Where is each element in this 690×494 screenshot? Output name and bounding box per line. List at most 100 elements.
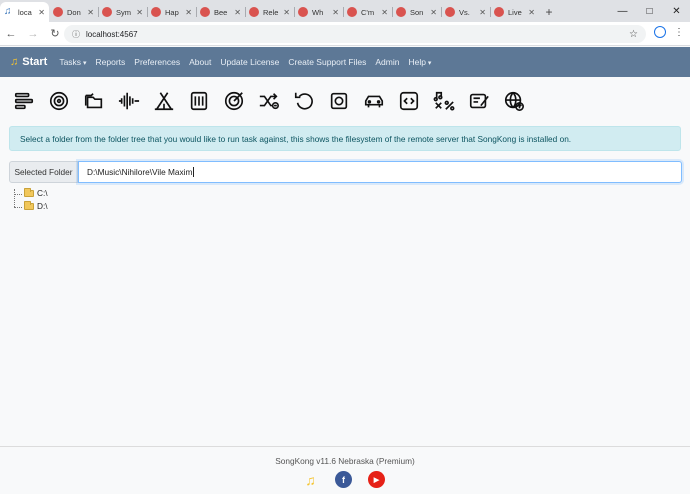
folder-icon [24,200,34,210]
nav-reports[interactable]: Reports [96,57,126,67]
tab-label: Hap [165,7,179,17]
site-info-icon[interactable]: ⓘ [72,29,80,40]
browser-tab[interactable]: Don ✕ [49,2,98,22]
selected-folder-group: Selected Folder D:\Music\Nihilore\Vile M… [9,161,682,183]
tree-connector [14,194,22,195]
car-icon[interactable] [362,89,386,113]
site-favicon-icon [396,7,406,17]
close-tab-icon[interactable]: ✕ [38,8,45,17]
fix-songs-icon[interactable] [12,89,36,113]
site-favicon-icon [249,7,259,17]
address-bar-row: ← → ↻ ⓘ localhost:4567 ☆ ⋮ [0,22,690,46]
close-tab-icon[interactable]: ✕ [87,8,94,17]
square-box-icon[interactable] [327,89,351,113]
nav-admin[interactable]: Admin [375,57,399,67]
browser-tab[interactable]: Son ✕ [392,2,441,22]
nav-tasks[interactable]: Tasks [59,57,86,67]
tab-label: Vs. [459,7,470,17]
app-navbar: ♫ Start Tasks Reports Preferences About … [0,47,690,77]
tab-label: Don [67,7,81,17]
reload-icon[interactable]: ↻ [44,27,66,40]
close-tab-icon[interactable]: ✕ [381,8,388,17]
close-tab-icon[interactable]: ✕ [136,8,143,17]
undo-icon[interactable] [292,89,316,113]
tab-label: C'm [361,7,375,17]
browser-tab[interactable]: Bee ✕ [196,2,245,22]
youtube-icon[interactable]: ▶ [368,471,385,488]
site-favicon-icon [494,7,504,17]
nav-about[interactable]: About [189,57,211,67]
tab-label: Wh [312,7,324,17]
browser-tab[interactable]: C'm ✕ [343,2,392,22]
url-text: localhost:4567 [86,29,138,39]
nav-help[interactable]: Help [408,57,431,67]
back-arrow-icon[interactable]: ← [0,28,22,40]
shuffle-icon[interactable] [257,89,281,113]
site-favicon-icon [298,7,308,17]
close-tab-icon[interactable]: ✕ [283,8,290,17]
url-bar[interactable]: ⓘ localhost:4567 ☆ [64,25,646,43]
songkong-favicon-icon: ♫ [4,6,12,17]
globe-upload-icon[interactable] [502,89,526,113]
brand-link[interactable]: ♫ Start [10,56,47,68]
tab-label: Son [410,7,424,17]
brand-text: Start [22,56,48,68]
close-tab-icon[interactable]: ✕ [332,8,339,17]
minimize-icon[interactable]: — [609,0,636,22]
browser-tab[interactable]: Live ✕ [490,2,539,22]
maximize-icon[interactable]: □ [636,0,663,22]
audio-waveform-icon[interactable] [117,89,141,113]
site-favicon-icon [347,7,357,17]
close-tab-icon[interactable]: ✕ [479,8,486,17]
star-icon[interactable]: ☆ [629,29,638,40]
version-text: SongKong v11.6 Nebraska (Premium) [275,456,415,466]
code-icon[interactable] [397,89,421,113]
close-tab-icon[interactable]: ✕ [528,8,535,17]
site-favicon-icon [445,7,455,17]
selected-folder-value: D:\Music\Nihilore\Vile Maxim [87,167,193,177]
browser-tab[interactable]: ♫ loca ✕ [0,2,49,22]
nav-update-license[interactable]: Update License [220,57,279,67]
target-icon[interactable] [222,89,246,113]
tab-label: loca [18,7,32,17]
tab-label: Bee [214,7,228,17]
close-tab-icon[interactable]: ✕ [430,8,437,17]
new-tab-icon[interactable]: + [541,2,557,22]
facebook-icon[interactable]: f [335,471,352,488]
close-window-icon[interactable]: ✕ [663,0,690,22]
browser-tab[interactable]: Wh ✕ [294,2,343,22]
window-controls: — □ ✕ [609,0,690,22]
forward-arrow-icon[interactable]: → [22,28,44,40]
tree-node-label: C:\ [37,188,48,198]
tree-connector [14,189,15,207]
tree-node-d[interactable]: D:\ [24,200,48,211]
profile-icon[interactable] [654,26,666,38]
music-percent-icon[interactable] [432,89,456,113]
folders-icon[interactable] [82,89,106,113]
kebab-menu-icon[interactable]: ⋮ [674,27,684,38]
selected-folder-label: Selected Folder [9,161,78,183]
text-cursor [193,167,195,177]
tent-icon[interactable] [152,89,176,113]
calculator-icon[interactable] [187,89,211,113]
selected-folder-input[interactable]: D:\Music\Nihilore\Vile Maxim [78,161,682,183]
nav-preferences[interactable]: Preferences [134,57,180,67]
edit-list-icon[interactable] [467,89,491,113]
tree-node-c[interactable]: C:\ [24,187,48,198]
browser-tab[interactable]: Hap ✕ [147,2,196,22]
browser-tab-bar: ♫ loca ✕ Don ✕ Sym ✕ Hap ✕ Bee ✕ Rele ✕ … [0,0,690,22]
browser-tab[interactable]: Vs. ✕ [441,2,490,22]
social-links: ♫ f ▶ [302,471,385,488]
tab-label: Live [508,7,522,17]
songkong-logo-icon[interactable]: ♫ [302,471,319,488]
close-tab-icon[interactable]: ✕ [185,8,192,17]
alert-text: Select a folder from the folder tree tha… [20,133,572,144]
site-favicon-icon [151,7,161,17]
site-favicon-icon [53,7,63,17]
nav-create-support-files[interactable]: Create Support Files [288,57,366,67]
browser-tab[interactable]: Sym ✕ [98,2,147,22]
cd-icon[interactable] [47,89,71,113]
close-tab-icon[interactable]: ✕ [234,8,241,17]
browser-tab[interactable]: Rele ✕ [245,2,294,22]
tree-node-label: D:\ [37,201,48,211]
